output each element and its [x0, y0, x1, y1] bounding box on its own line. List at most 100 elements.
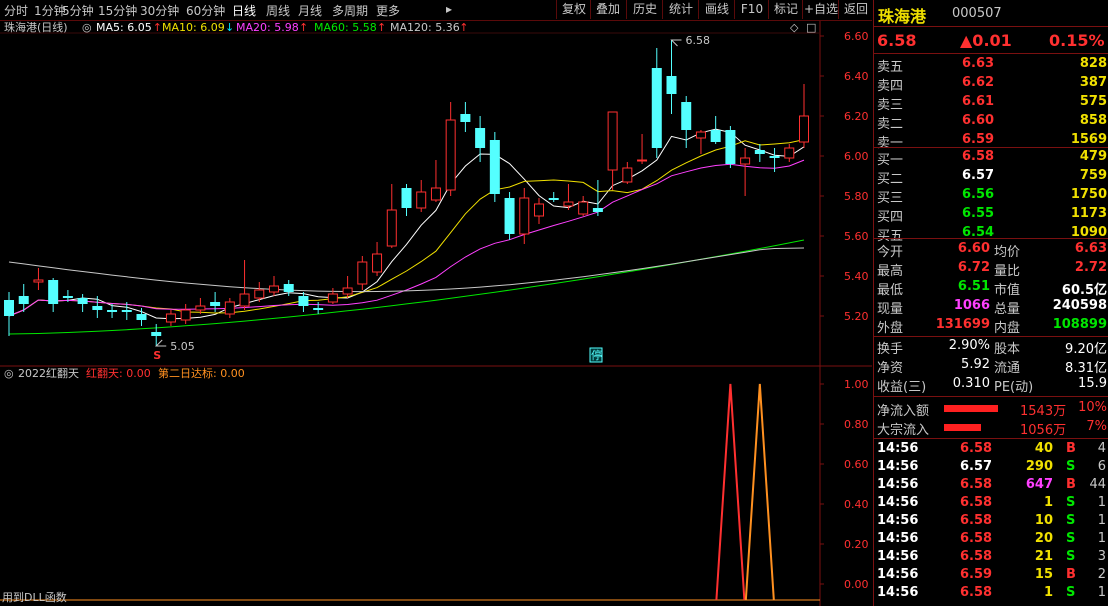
candle-body[interactable] — [165, 313, 176, 323]
period-tab[interactable]: 60分钟 — [186, 2, 225, 19]
candle-body[interactable] — [121, 310, 132, 312]
period-tab[interactable]: 1分钟 — [34, 2, 66, 19]
low-price-label: 5.05 — [170, 340, 195, 353]
toolbar-button[interactable]: 统计 — [662, 0, 699, 19]
toolbar-button[interactable]: 返回 — [838, 0, 873, 19]
candle-body[interactable] — [224, 301, 235, 315]
tick-count: 1 — [1097, 495, 1106, 510]
candle-body[interactable] — [254, 289, 265, 299]
candle-body[interactable] — [327, 293, 338, 303]
candle-body[interactable] — [651, 68, 662, 148]
ask-price: 6.61 — [962, 94, 995, 109]
candle-body[interactable] — [401, 188, 412, 208]
candle-body[interactable] — [534, 203, 544, 217]
candle-body[interactable] — [460, 114, 471, 122]
candle-body[interactable] — [357, 261, 368, 285]
bid-volume: 479 — [1079, 149, 1107, 164]
candle-body[interactable] — [269, 285, 279, 293]
candle-body[interactable] — [33, 279, 44, 283]
stat-value: 6.51 — [957, 279, 990, 294]
candle-body[interactable] — [210, 302, 221, 306]
period-tab[interactable]: 分时 — [4, 2, 28, 19]
candle-body[interactable] — [504, 198, 515, 234]
kline-chart[interactable]: 6.60 6.40 6.20 6.00 5.80 5.60 5.40 5.20 珠海港(日线) ◎… — [0, 21, 872, 606]
candle-body[interactable] — [475, 128, 486, 148]
candle-body[interactable] — [445, 119, 456, 191]
fin-value: 8.31亿 — [1065, 361, 1107, 376]
candle-body[interactable] — [607, 111, 618, 171]
fin-label: 换手 — [877, 342, 904, 357]
candle-body[interactable] — [548, 198, 559, 200]
candle-body[interactable] — [592, 208, 603, 212]
candle-body[interactable] — [695, 131, 706, 139]
toolbar-button[interactable]: 历史 — [626, 0, 663, 19]
more-arrow-icon[interactable]: ▸ — [446, 2, 452, 16]
toolbar-button[interactable]: 复权 — [556, 0, 591, 19]
stat-value: 2.72 — [1074, 260, 1107, 275]
candle-body[interactable] — [151, 332, 162, 336]
ma60-line — [8, 239, 805, 335]
low-marker — [155, 339, 167, 347]
tick-direction: B — [1066, 477, 1076, 492]
stat-label: 最低 — [877, 283, 904, 298]
candle-body[interactable] — [666, 76, 677, 94]
period-tab[interactable]: 15分钟 — [98, 2, 137, 19]
candle-body[interactable] — [283, 284, 294, 292]
fin-label: 股本 — [994, 342, 1021, 357]
candle-body[interactable] — [342, 287, 353, 295]
candle-body[interactable] — [92, 306, 103, 310]
ask-label: 卖三 — [877, 98, 904, 113]
toolbar-button[interactable]: 画线 — [698, 0, 735, 19]
candle-body[interactable] — [48, 280, 59, 304]
toolbar-button[interactable]: F10 — [734, 0, 769, 19]
period-tab[interactable]: 月线 — [298, 2, 322, 19]
bid-price: 6.57 — [962, 168, 995, 183]
toolbar-button[interactable]: 叠加 — [590, 0, 625, 19]
candle-body[interactable] — [62, 296, 73, 298]
candle-body[interactable] — [740, 157, 751, 165]
candle-body[interactable] — [107, 310, 118, 312]
candle-body[interactable] — [489, 140, 500, 194]
candle-body[interactable] — [4, 300, 14, 316]
ma-legend: MA60: 5.58 — [314, 21, 377, 34]
candle-body[interactable] — [386, 209, 397, 247]
candle-body[interactable] — [710, 130, 721, 142]
indicator-name: 2022红翻天 — [18, 366, 79, 380]
period-tab[interactable]: 5分钟 — [62, 2, 94, 19]
candle-body[interactable] — [754, 150, 765, 154]
candle-body[interactable] — [18, 296, 29, 304]
candle-body[interactable] — [313, 308, 324, 310]
candle-body[interactable] — [77, 298, 88, 304]
period-tab[interactable]: 30分钟 — [140, 2, 179, 19]
candle-body[interactable] — [681, 102, 692, 130]
price-tick-label: 5.40 — [844, 270, 869, 283]
toolbar-button[interactable]: 标记 — [768, 0, 803, 19]
candle-body[interactable] — [637, 159, 648, 162]
candle-body[interactable] — [239, 293, 250, 307]
candle-body[interactable] — [136, 314, 147, 320]
candle-body[interactable] — [195, 305, 206, 311]
period-tab[interactable]: 周线 — [266, 2, 290, 19]
tick-count: 3 — [1097, 549, 1106, 564]
toolbar-button[interactable]: +自选 — [802, 0, 839, 19]
candle-body[interactable] — [799, 115, 809, 143]
candle-body[interactable] — [180, 309, 191, 321]
candle-body[interactable] — [725, 130, 736, 164]
candle-body[interactable] — [519, 197, 530, 235]
candle-body[interactable] — [372, 253, 383, 273]
stat-label: 总量 — [994, 302, 1021, 317]
candle-body[interactable] — [784, 147, 795, 159]
candle-body[interactable] — [430, 187, 441, 201]
candle-body[interactable] — [416, 191, 427, 209]
period-tab[interactable]: 多周期 — [332, 2, 368, 19]
fin-value: 2.90% — [948, 338, 990, 353]
ask-label: 卖二 — [877, 117, 904, 132]
candle-body[interactable] — [622, 167, 633, 183]
candle-body[interactable] — [578, 201, 589, 215]
period-tab[interactable]: 日线 — [232, 2, 256, 19]
candle-body[interactable] — [769, 156, 780, 158]
candle-body[interactable] — [298, 296, 309, 306]
period-tab[interactable]: 更多 — [376, 2, 400, 19]
candle-body[interactable] — [563, 201, 574, 207]
fin-label: PE(动) — [994, 380, 1034, 395]
